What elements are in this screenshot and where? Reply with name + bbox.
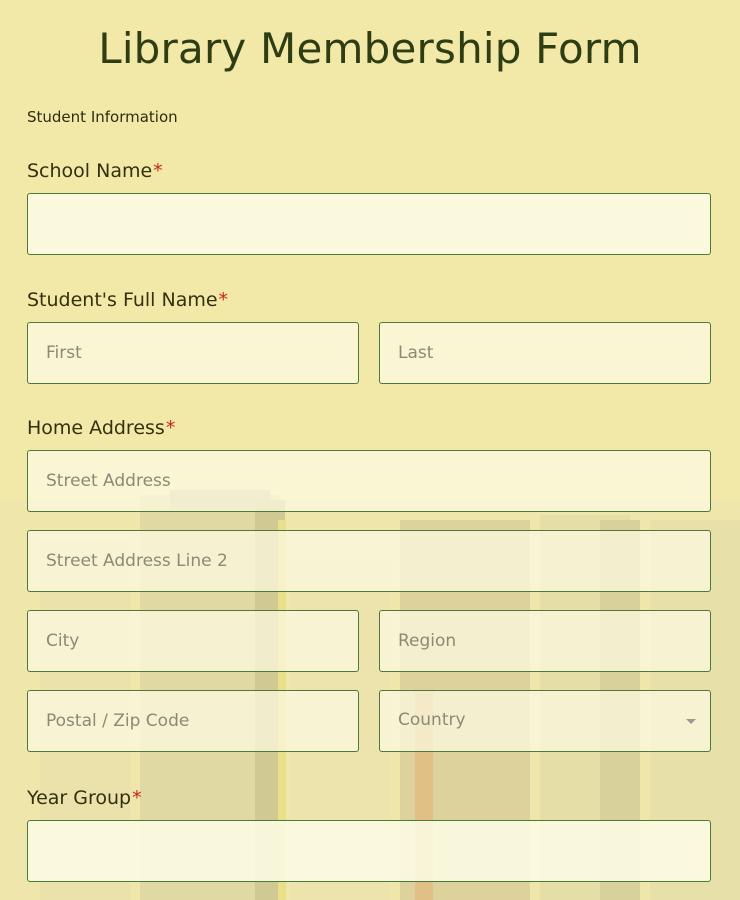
street-address-line2-input[interactable] bbox=[27, 530, 711, 592]
home-address-label: Home Address* bbox=[27, 417, 175, 439]
chevron-down-icon bbox=[686, 719, 696, 724]
school-name-input[interactable] bbox=[27, 193, 711, 255]
year-group-input[interactable] bbox=[27, 820, 711, 882]
required-marker: * bbox=[165, 417, 176, 439]
region-input[interactable] bbox=[379, 610, 711, 672]
country-select-placeholder: Country bbox=[398, 710, 466, 730]
school-name-label: School Name* bbox=[27, 160, 163, 182]
required-marker: * bbox=[132, 787, 142, 809]
year-group-label: Year Group* bbox=[27, 787, 142, 809]
postal-code-input[interactable] bbox=[27, 690, 359, 752]
last-name-input[interactable] bbox=[379, 322, 711, 384]
first-name-input[interactable] bbox=[27, 322, 359, 384]
home-address-label-text: Home Address bbox=[27, 417, 165, 439]
country-select[interactable]: Country bbox=[379, 690, 711, 752]
year-group-label-text: Year Group bbox=[27, 787, 132, 809]
membership-form: Library Membership Form Student Informat… bbox=[0, 0, 740, 900]
student-name-label-text: Student's Full Name bbox=[27, 289, 218, 311]
required-marker: * bbox=[218, 289, 229, 311]
city-input[interactable] bbox=[27, 610, 359, 672]
school-name-label-text: School Name bbox=[27, 160, 153, 182]
street-address-input[interactable] bbox=[27, 450, 711, 512]
student-name-label: Student's Full Name* bbox=[27, 289, 228, 311]
page-title: Library Membership Form bbox=[98, 24, 642, 73]
section-label: Student Information bbox=[27, 108, 178, 126]
required-marker: * bbox=[153, 160, 163, 182]
